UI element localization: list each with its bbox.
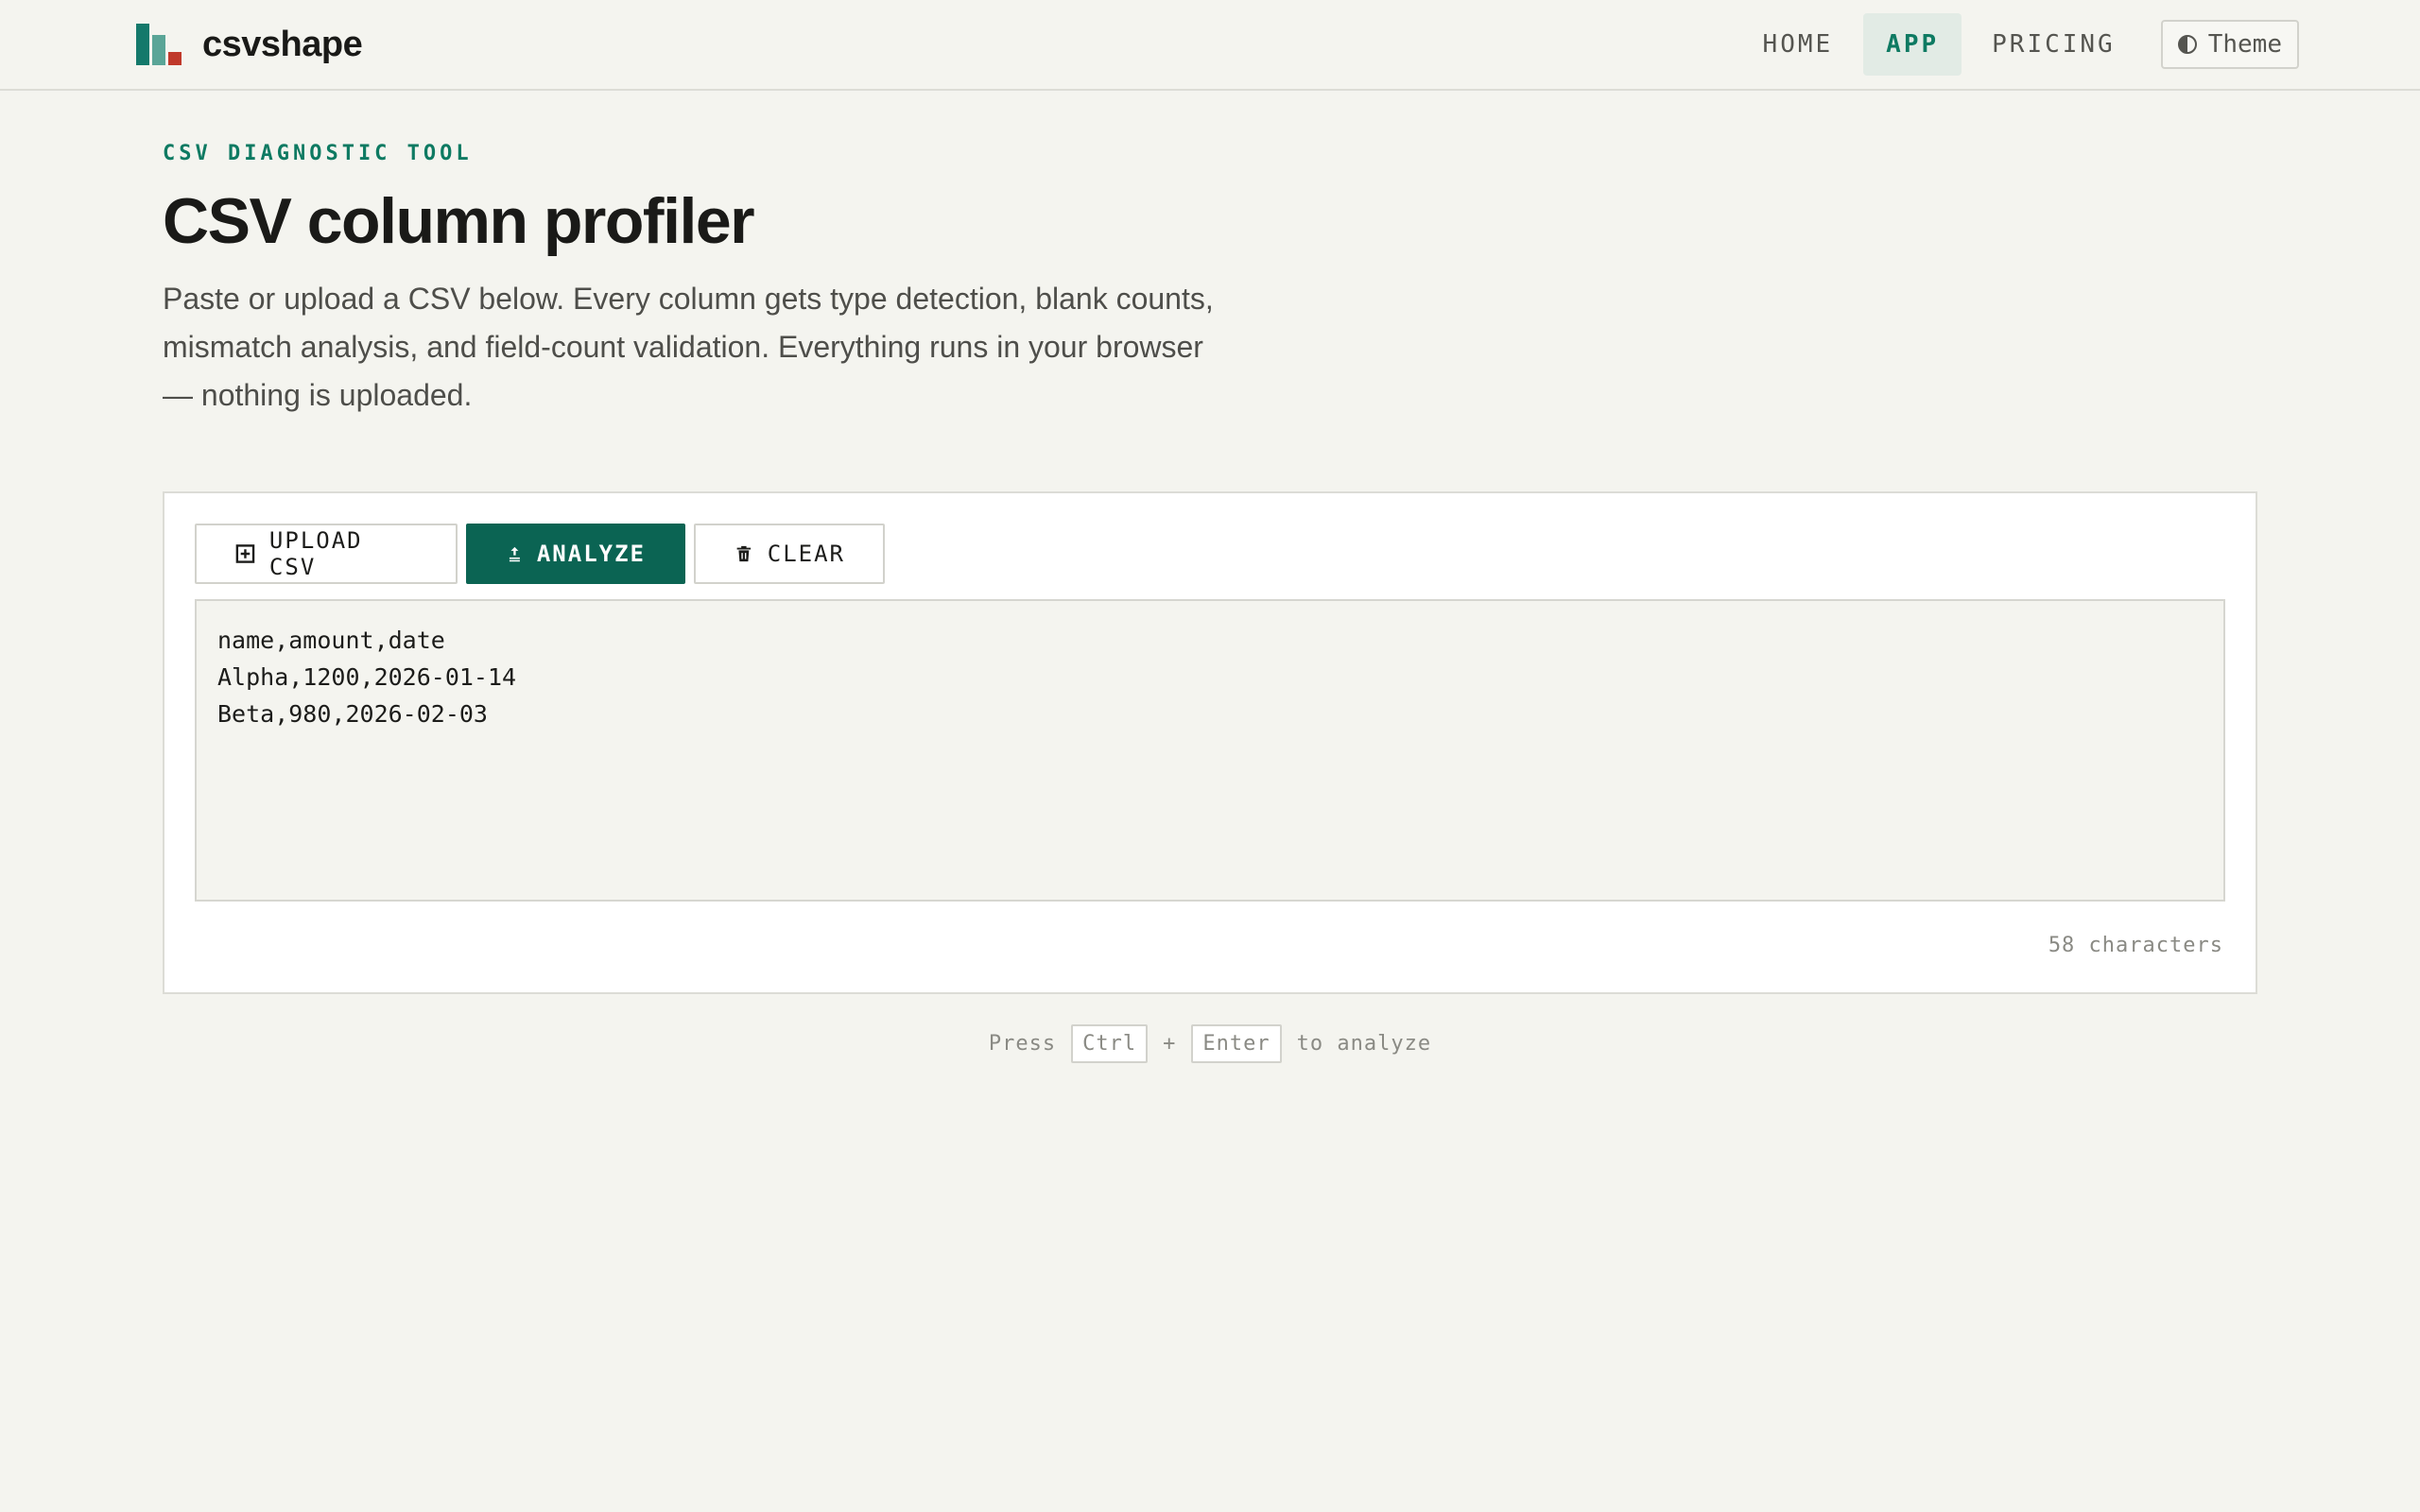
csv-textarea[interactable]: name,amount,date Alpha,1200,2026-01-14 B… — [195, 599, 2225, 902]
clear-label: CLEAR — [767, 541, 845, 567]
upload-csv-label: UPLOAD CSV — [268, 527, 363, 580]
toolbar: UPLOAD CSV ANALYZE CLEAR — [195, 524, 2225, 584]
nav-home[interactable]: HOME — [1740, 13, 1857, 76]
keyboard-hint: Press Ctrl + Enter to analyze — [0, 1024, 2420, 1063]
kbd-enter: Enter — [1191, 1024, 1282, 1063]
top-bar: csvshape HOME APP PRICING Theme — [0, 0, 2420, 91]
analyze-upload-icon — [509, 546, 520, 562]
hero: CSV DIAGNOSTIC TOOL CSV column profiler … — [0, 91, 2420, 420]
eyebrow-label: CSV DIAGNOSTIC TOOL — [163, 142, 473, 165]
main-nav: HOME APP PRICING Theme — [1740, 13, 2299, 76]
upload-plus-icon — [235, 544, 255, 563]
hint-suffix: to analyze — [1296, 1032, 1432, 1056]
nav-pricing[interactable]: PRICING — [1969, 13, 2138, 76]
character-count: 58 characters — [2048, 934, 2223, 957]
page-title: CSV column profiler — [163, 185, 755, 257]
analyze-label: ANALYZE — [536, 541, 646, 567]
hint-plus: + — [1163, 1032, 1177, 1056]
nav-app[interactable]: APP — [1863, 13, 1962, 76]
trash-icon — [736, 545, 752, 562]
theme-label: Theme — [2207, 30, 2282, 59]
input-card: UPLOAD CSV ANALYZE CLEAR name,amount,dat… — [163, 491, 2257, 994]
logo-bars-icon — [136, 24, 182, 65]
brand-name: csvshape — [202, 24, 363, 64]
theme-toggle-button[interactable]: Theme — [2160, 20, 2299, 69]
analyze-button[interactable]: ANALYZE — [466, 524, 685, 584]
kbd-ctrl: Ctrl — [1071, 1024, 1149, 1063]
page-description: Paste or upload a CSV below. Every colum… — [163, 282, 1214, 412]
upload-csv-button[interactable]: UPLOAD CSV — [195, 524, 458, 584]
hint-prefix: Press — [988, 1032, 1057, 1056]
clear-button[interactable]: CLEAR — [694, 524, 885, 584]
brand[interactable]: csvshape — [136, 24, 363, 65]
theme-contrast-icon — [2177, 35, 2197, 54]
